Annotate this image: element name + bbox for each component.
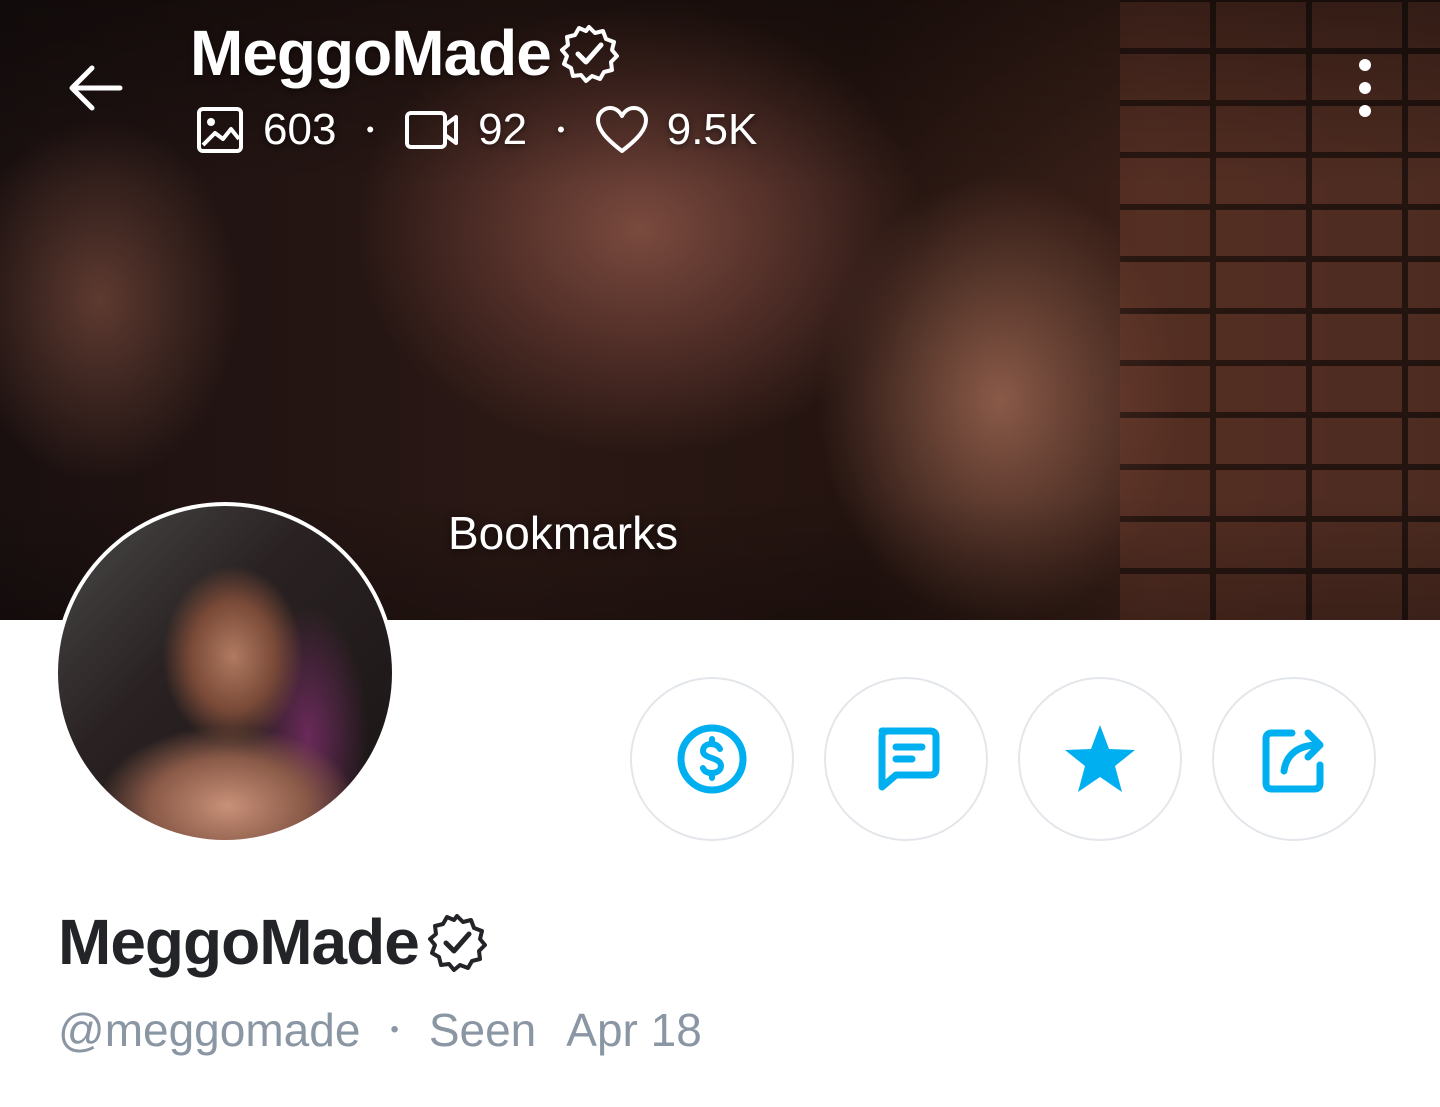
avatar[interactable]: [54, 502, 396, 844]
dollar-icon: [677, 724, 747, 794]
last-seen-label: Seen: [428, 1004, 537, 1056]
verified-badge-icon: [559, 25, 619, 83]
profile-handle: @meggomade: [58, 1004, 361, 1056]
more-options-icon[interactable]: [1340, 55, 1390, 125]
back-arrow-icon[interactable]: [62, 55, 128, 121]
likes-count: 9.5K: [666, 105, 758, 154]
header-title-group: MeggoMade: [190, 16, 621, 90]
share-button[interactable]: [1212, 677, 1376, 841]
message-button[interactable]: [824, 677, 988, 841]
videos-count: 92: [478, 105, 528, 154]
tip-button[interactable]: [630, 677, 794, 841]
star-icon: [1065, 725, 1135, 792]
profile-name-group: MeggoMade: [58, 905, 489, 979]
profile-name: MeggoMade: [58, 906, 420, 978]
last-seen-date: Apr 18: [566, 1004, 702, 1056]
header-title: MeggoMade: [190, 17, 552, 89]
profile-meta: @meggomade • Seen Apr 18: [58, 1004, 702, 1056]
profile-actions: [630, 677, 1376, 841]
verified-badge-icon: [427, 914, 487, 972]
video-icon: [405, 111, 459, 149]
message-icon: [878, 727, 940, 791]
header-stats: 603 • 92 • 9.5K: [195, 105, 757, 155]
photos-count: 603: [263, 105, 337, 154]
image-icon: [197, 107, 243, 153]
favorite-button[interactable]: [1018, 677, 1182, 841]
share-icon: [1262, 729, 1324, 793]
cover-label: Bookmarks: [448, 507, 679, 559]
heart-icon: [595, 106, 648, 153]
avatar-image: [58, 506, 392, 840]
